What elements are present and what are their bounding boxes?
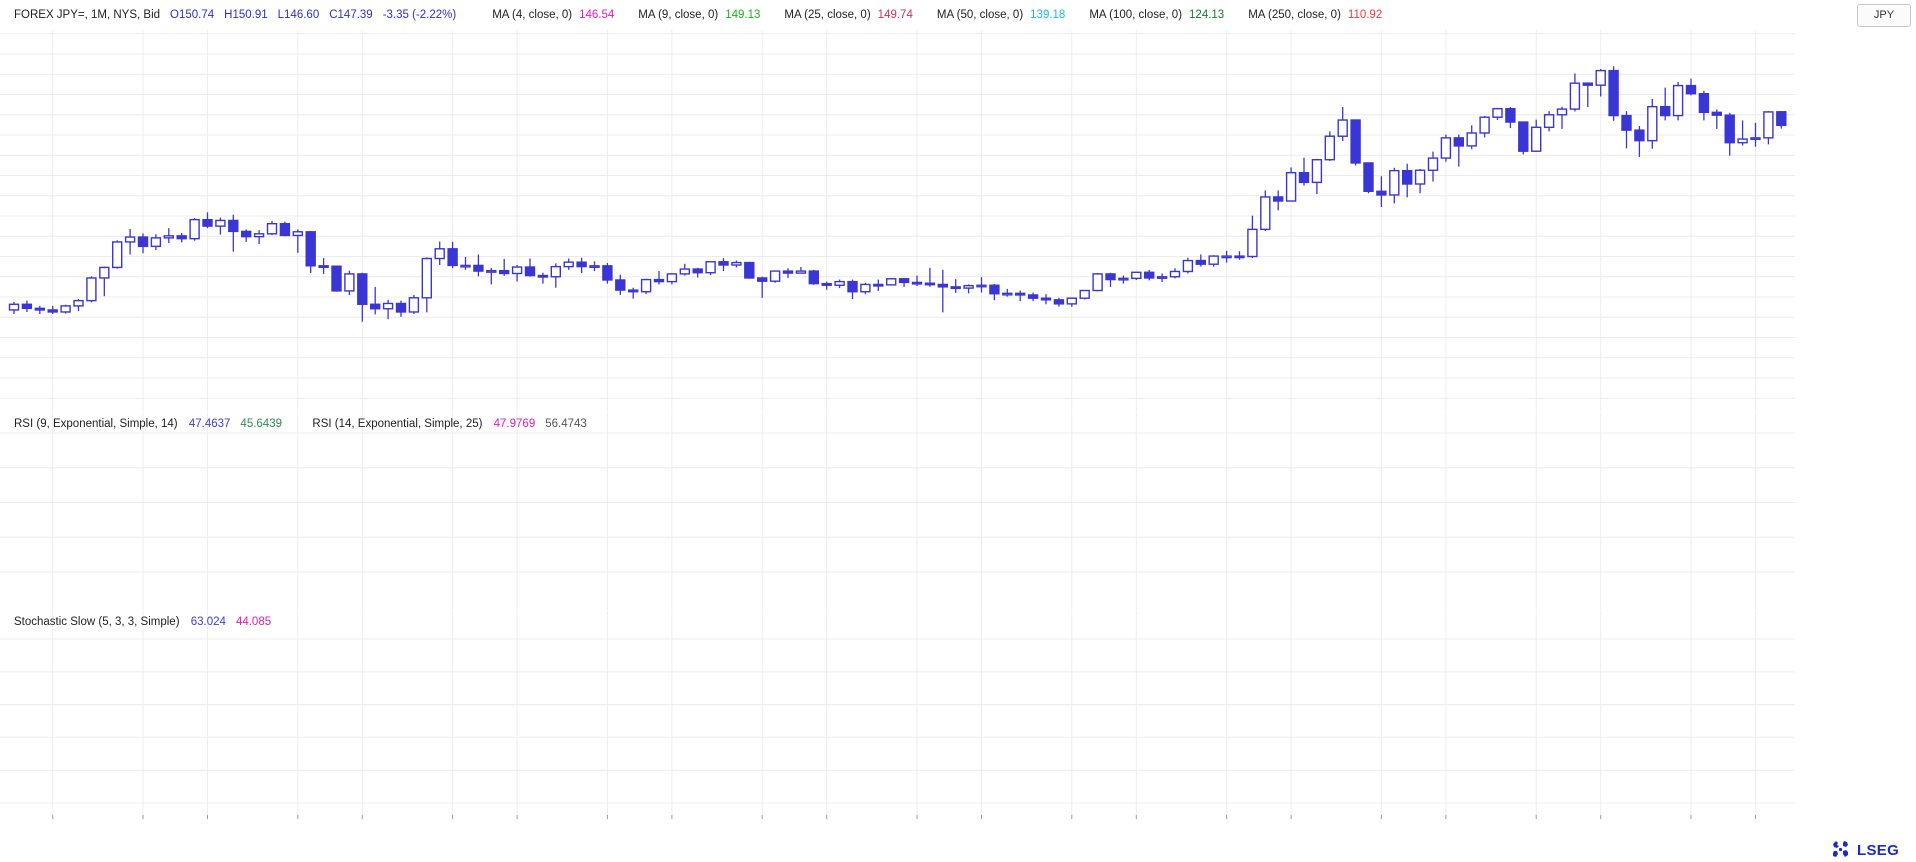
rsi-9-values: 47.4637 45.6439: [189, 418, 292, 430]
ma-legend-value: 110.92: [1348, 9, 1382, 21]
stoch-value: 63.024: [191, 616, 226, 628]
ma-legend-item: MA (250, close, 0) 110.92: [1248, 9, 1382, 21]
ma-legend-label: MA (50, close, 0): [937, 9, 1023, 21]
ma-legend-label: MA (100, close, 0): [1089, 9, 1182, 21]
ma-legend-value: 124.13: [1189, 9, 1224, 21]
stoch-panel-header: Stochastic Slow (5, 3, 3, Simple) 63.024…: [14, 616, 281, 628]
ma-legend-label: MA (9, close, 0): [638, 9, 718, 21]
ma-legend-item: MA (9, close, 0) 149.13: [638, 9, 760, 21]
price-quote-value: H150.91: [224, 9, 267, 21]
ma-legend-value: 149.13: [725, 9, 760, 21]
lseg-logo-icon: [1830, 839, 1852, 861]
chart-application: { "header": { "title": "FOREX JPY=, 1M, …: [0, 0, 1916, 862]
rsi-value: 45.6439: [240, 418, 282, 430]
rsi-value: 47.9769: [494, 418, 536, 430]
rsi-panel-header: RSI (9, Exponential, Simple, 14) 47.4637…: [14, 418, 597, 430]
rsi-14-label: RSI (14, Exponential, Simple, 25): [312, 418, 482, 430]
ma-legend-item: MA (50, close, 0) 139.18: [937, 9, 1065, 21]
ma-legend-label: MA (4, close, 0): [492, 9, 572, 21]
chart-header: FOREX JPY=, 1M, NYS, Bid O150.74 H150.91 L…: [0, 0, 1804, 30]
ma-legend-value: 146.54: [579, 9, 614, 21]
ma-legend-label: MA (25, close, 0): [784, 9, 870, 21]
chart-canvas[interactable]: [0, 0, 1916, 862]
price-quote-value: L146.60: [278, 9, 320, 21]
lseg-logo-text: LSEG: [1857, 842, 1899, 859]
ma-legend: MA (4, close, 0) 146.54 MA (9, close, 0) 14…: [492, 9, 1406, 21]
rsi-9-label: RSI (9, Exponential, Simple, 14): [14, 418, 178, 430]
ma-legend-item: MA (25, close, 0) 149.74: [784, 9, 912, 21]
rsi-14-values: 47.9769 56.4743: [494, 418, 597, 430]
rsi-value: 56.4743: [545, 418, 587, 430]
ma-legend-value: 149.74: [878, 9, 913, 21]
instrument-title: FOREX JPY=, 1M, NYS, Bid: [14, 9, 160, 21]
rsi-value: 47.4637: [189, 418, 231, 430]
price-quote-value: -3.35 (-2.22%): [383, 9, 457, 21]
ma-legend-item: MA (4, close, 0) 146.54: [492, 9, 614, 21]
currency-tab-jpy[interactable]: JPY: [1857, 4, 1911, 27]
ma-legend-label: MA (250, close, 0): [1248, 9, 1341, 21]
ohlc-values: O150.74 H150.91 L146.60 C147.39 -3.35 (-2.22…: [170, 9, 466, 21]
stoch-label: Stochastic Slow (5, 3, 3, Simple): [14, 616, 180, 628]
price-quote-value: C147.39: [329, 9, 372, 21]
ma-legend-item: MA (100, close, 0) 124.13: [1089, 9, 1224, 21]
stoch-values: 63.024 44.085: [191, 616, 281, 628]
lseg-logo: LSEG: [1830, 839, 1899, 861]
stoch-value: 44.085: [236, 616, 271, 628]
ma-legend-value: 139.18: [1030, 9, 1065, 21]
price-quote-value: O150.74: [170, 9, 214, 21]
